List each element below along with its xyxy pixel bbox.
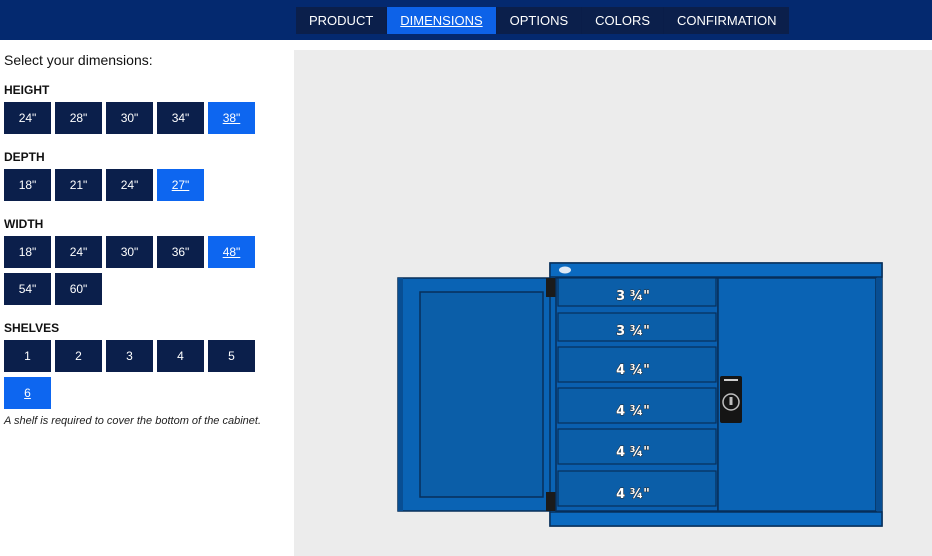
cabinet-base [549, 511, 883, 527]
cabinet-illustration: 3 ¾" 3 ¾" 4 ¾" 4 ¾" 4 ¾" 4 ¾" [397, 262, 883, 527]
shelves-option-3[interactable]: 3 [106, 340, 153, 372]
shelf-label-5: 4 ¾" [616, 445, 650, 460]
tab-options[interactable]: OPTIONS [496, 7, 582, 34]
tab-confirmation[interactable]: CONFIRMATION [664, 7, 790, 34]
shelf-label-1: 3 ¾" [616, 289, 650, 304]
depth-option-27[interactable]: 27" [157, 169, 204, 201]
width-option-60[interactable]: 60" [55, 273, 102, 305]
hinge-top-icon [546, 278, 556, 297]
height-option-38[interactable]: 38" [208, 102, 255, 134]
height-title: HEIGHT [4, 83, 50, 97]
width-option-30[interactable]: 30" [106, 236, 153, 268]
right-door-edge [876, 278, 882, 511]
depth-option-24[interactable]: 24" [106, 169, 153, 201]
step-tabs: PRODUCT DIMENSIONS OPTIONS COLORS CONFIR… [296, 7, 790, 34]
depth-title: DEPTH [4, 150, 45, 164]
width-option-24[interactable]: 24" [55, 236, 102, 268]
height-option-24[interactable]: 24" [4, 102, 51, 134]
shelf-label-4: 4 ¾" [616, 404, 650, 419]
shelves-option-4[interactable]: 4 [157, 340, 204, 372]
shelves-option-1[interactable]: 1 [4, 340, 51, 372]
logo-badge [559, 266, 571, 274]
width-option-48[interactable]: 48" [208, 236, 255, 268]
top-nav-bar: PRODUCT DIMENSIONS OPTIONS COLORS CONFIR… [0, 0, 932, 40]
shelves-option-6[interactable]: 6 [4, 377, 51, 409]
shelf-note: A shelf is required to cover the bottom … [4, 415, 262, 427]
height-option-34[interactable]: 34" [157, 102, 204, 134]
depth-option-18[interactable]: 18" [4, 169, 51, 201]
depth-option-21[interactable]: 21" [55, 169, 102, 201]
hinge-bottom-icon [546, 492, 556, 511]
height-option-28[interactable]: 28" [55, 102, 102, 134]
cabinet-top [549, 262, 883, 278]
shelf-label-3: 4 ¾" [616, 363, 650, 378]
width-title: WIDTH [4, 217, 44, 231]
tab-dimensions[interactable]: DIMENSIONS [387, 7, 496, 34]
width-option-54[interactable]: 54" [4, 273, 51, 305]
width-option-18[interactable]: 18" [4, 236, 51, 268]
tab-product[interactable]: PRODUCT [296, 7, 387, 34]
dimension-selector-panel: Select your dimensions: HEIGHT 24" 28" 3… [0, 40, 294, 556]
height-option-30[interactable]: 30" [106, 102, 153, 134]
shelf-label-2: 3 ¾" [616, 324, 650, 339]
shelves-option-5[interactable]: 5 [208, 340, 255, 372]
left-door-panel [419, 291, 544, 498]
intro-text: Select your dimensions: [4, 52, 153, 68]
cabinet-preview: 3 ¾" 3 ¾" 4 ¾" 4 ¾" 4 ¾" 4 ¾" [294, 50, 932, 556]
tab-colors[interactable]: COLORS [582, 7, 664, 34]
shelves-title: SHELVES [4, 321, 60, 335]
shelf-label-6: 4 ¾" [616, 487, 650, 502]
shelves-option-2[interactable]: 2 [55, 340, 102, 372]
width-option-36[interactable]: 36" [157, 236, 204, 268]
left-door-edge [398, 278, 403, 511]
